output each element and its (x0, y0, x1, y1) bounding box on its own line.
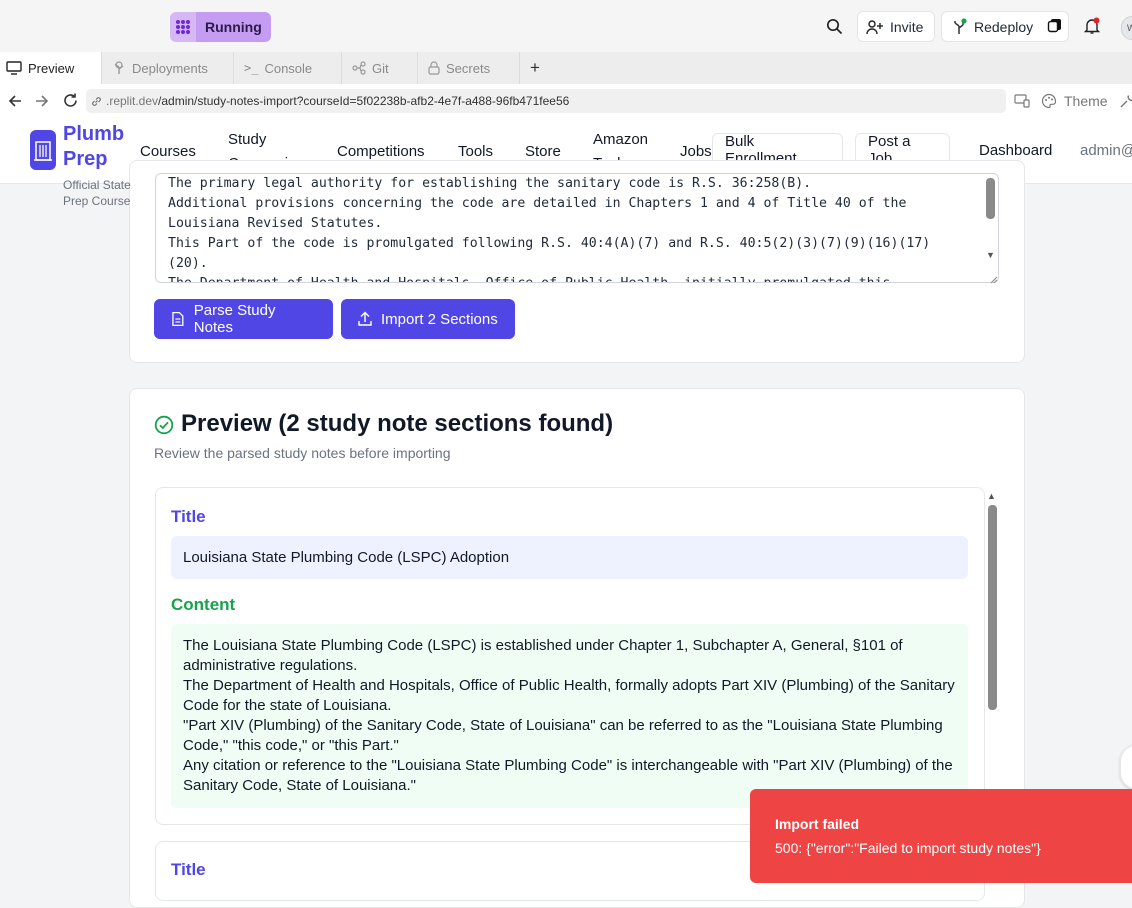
check-circle-icon (154, 415, 174, 440)
tab-git-label: Git (372, 60, 389, 76)
study-notes-textarea[interactable]: The primary legal authority for establis… (155, 173, 999, 283)
scroll-up-arrow-icon[interactable]: ▲ (987, 491, 996, 501)
palette-icon (1041, 93, 1057, 109)
wrench-icon[interactable] (1119, 93, 1132, 114)
scroll-down-arrow-icon[interactable]: ▼ (986, 250, 995, 260)
toast-title: Import failed (775, 816, 860, 832)
avatar[interactable]: W (1121, 16, 1132, 40)
parse-study-notes-button[interactable]: Parse Study Notes (154, 299, 333, 339)
deploy-tree-icon (954, 17, 967, 34)
upload-icon (358, 311, 372, 326)
brand-tagline: Official State Prep Course (63, 177, 131, 209)
preview-url-bar: .replit.dev/admin/study-notes-import?cou… (0, 84, 1132, 119)
nav-jobs[interactable]: Jobs (680, 143, 712, 160)
search-icon[interactable] (826, 18, 843, 40)
notifications-bell-icon[interactable] (1083, 17, 1101, 40)
preview-title: Preview (2 study note sections found) (181, 410, 614, 437)
tab-secrets-label: Secrets (446, 60, 491, 76)
import-button-label: Import 2 Sections (381, 310, 498, 328)
toast-message: 500: {"error":"Failed to import study no… (775, 840, 1041, 856)
replit-top-bar: Running Invite Redeploy W (0, 0, 1132, 53)
terminal-icon: >_ (244, 61, 259, 75)
preview-scrollbar[interactable] (988, 505, 997, 710)
admin-user-menu[interactable]: admin@ (1080, 142, 1132, 159)
content-line: "Part XIV (Plumbing) of the Sanitary Cod… (183, 717, 943, 754)
import-sections-button[interactable]: Import 2 Sections (341, 299, 515, 339)
resize-handle-icon[interactable] (988, 271, 998, 289)
tab-console-label: Console (264, 60, 313, 76)
git-branch-icon (352, 61, 366, 75)
tab-deployments-label: Deployments (132, 60, 208, 76)
logo-icon[interactable] (30, 130, 56, 170)
invite-label: Invite (890, 18, 924, 35)
error-toast[interactable]: Import failed 500: {"error":"Failed to i… (750, 789, 1132, 883)
link-icon (92, 97, 101, 106)
title-label: Title (171, 507, 206, 526)
nav-competitions[interactable]: Competitions (337, 143, 425, 160)
tab-git[interactable]: Git (342, 52, 418, 84)
url-host: .replit.dev (106, 94, 159, 108)
tab-secrets[interactable]: Secrets (418, 52, 520, 84)
nav-store[interactable]: Store (525, 143, 561, 160)
tab-preview[interactable]: Preview (0, 52, 102, 84)
nav-tools[interactable]: Tools (458, 143, 493, 160)
floating-side-button[interactable] (1120, 745, 1132, 789)
section-title-value: Louisiana State Plumbing Code (LSPC) Ado… (171, 536, 968, 579)
run-grid-icon (170, 12, 196, 42)
copy-icon[interactable] (1047, 17, 1065, 35)
nav-amazon-line1: Amazon (593, 131, 649, 148)
section-content-value: The Louisiana State Plumbing Code (LSPC)… (171, 624, 968, 808)
document-icon (172, 311, 184, 327)
brand-name-line1: Plumb (63, 123, 125, 145)
workspace-tabs: Preview Deployments >_ Console Git Secre… (0, 52, 1132, 85)
tagline-line1: Official State (63, 178, 131, 192)
tab-deployments[interactable]: Deployments (102, 52, 234, 84)
theme-button[interactable]: Theme (1041, 93, 1108, 109)
run-status-label: Running (196, 12, 271, 42)
add-tab-button[interactable]: + (530, 58, 540, 78)
invite-button[interactable]: Invite (857, 11, 935, 42)
preview-subtitle: Review the parsed study notes before imp… (154, 445, 451, 461)
forward-arrow-icon[interactable] (34, 93, 50, 114)
nav-study-line1: Study (228, 131, 267, 148)
redeploy-label: Redeploy (974, 18, 1034, 35)
lock-icon (428, 61, 440, 75)
url-field[interactable]: .replit.dev/admin/study-notes-import?cou… (86, 89, 1006, 113)
refresh-icon[interactable] (62, 92, 79, 114)
brand-name[interactable]: Plumb Prep (63, 122, 124, 172)
nav-dashboard[interactable]: Dashboard (979, 142, 1052, 159)
content-line: The Louisiana State Plumbing Code (LSPC)… (183, 637, 903, 674)
monitor-icon (6, 61, 22, 75)
content-line: The Department of Health and Hospitals, … (183, 677, 955, 714)
theme-label: Theme (1064, 93, 1108, 109)
content-label: Content (171, 595, 236, 614)
textarea-scrollbar[interactable] (986, 178, 995, 219)
tab-console[interactable]: >_ Console (234, 52, 342, 84)
tagline-line2: Prep Course (63, 194, 131, 208)
nav-courses[interactable]: Courses (140, 143, 196, 160)
add-user-icon (866, 19, 883, 34)
brand-name-line2: Prep (63, 148, 108, 170)
tab-preview-label: Preview (28, 60, 75, 76)
parse-button-label: Parse Study Notes (193, 302, 276, 336)
back-arrow-icon[interactable] (7, 93, 23, 114)
devices-icon[interactable] (1014, 94, 1030, 113)
url-path: /admin/study-notes-import?courseId=5f022… (158, 94, 570, 108)
next-title-label: Title (171, 860, 206, 879)
run-status-group[interactable]: Running (170, 12, 271, 42)
deploy-tree-icon (114, 61, 124, 74)
